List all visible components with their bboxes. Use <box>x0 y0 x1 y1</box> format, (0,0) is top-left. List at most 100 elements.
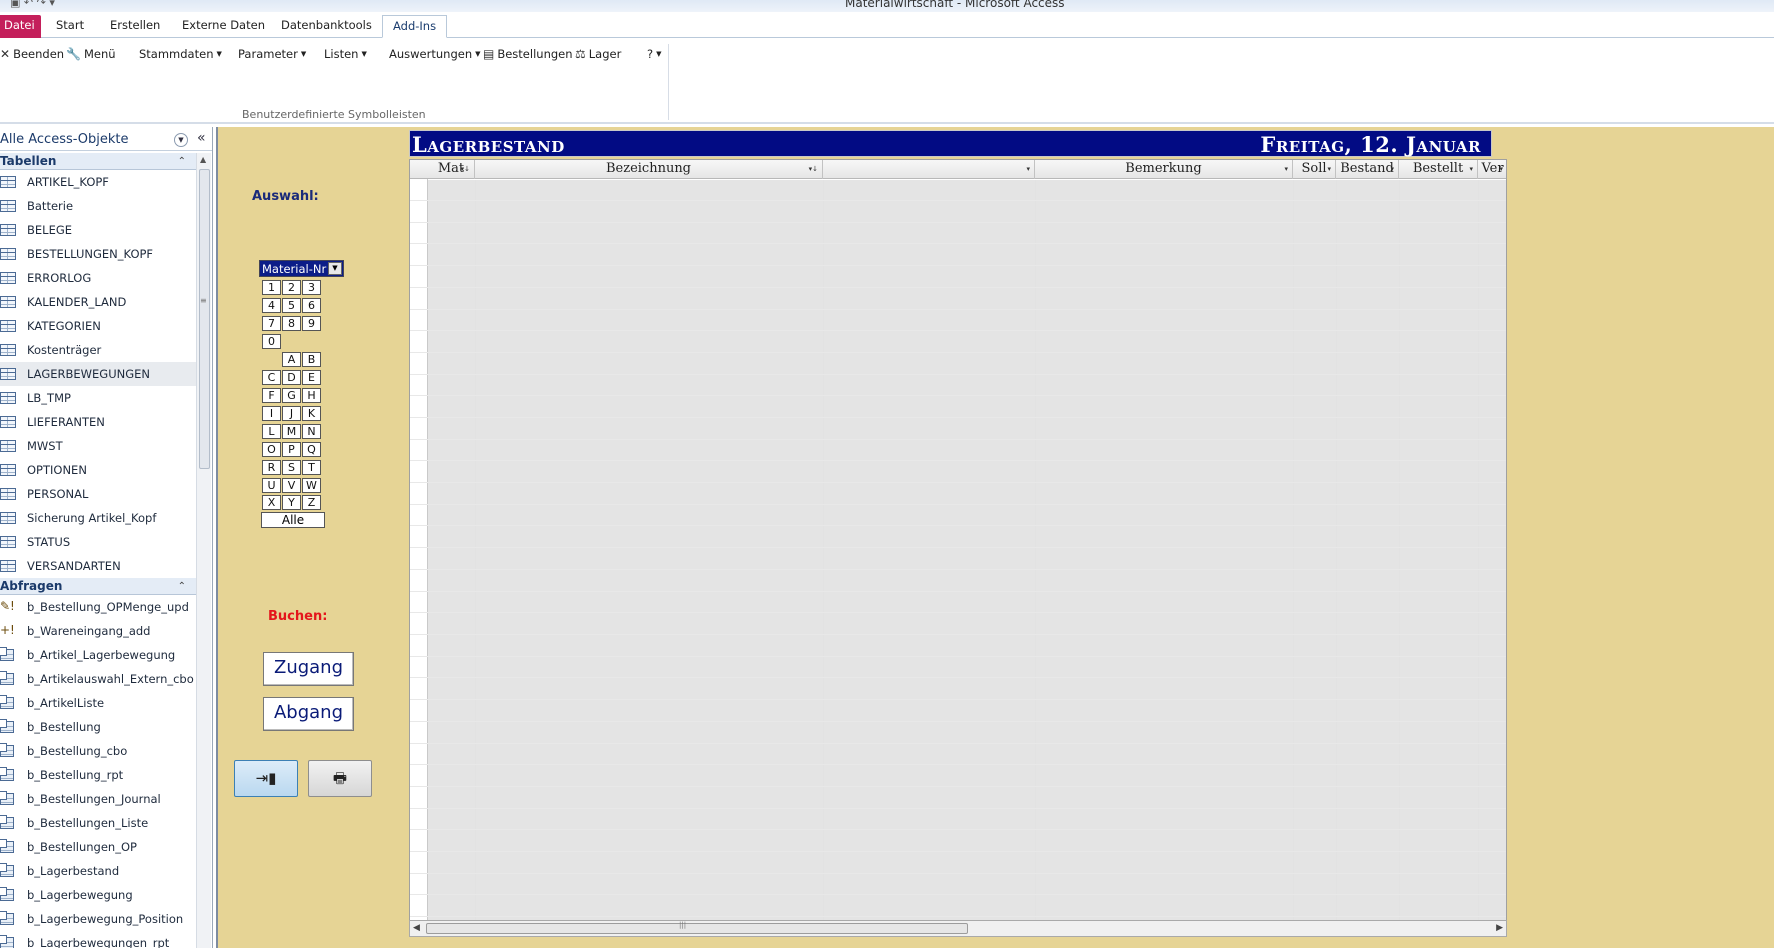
filter-dropdown-icon[interactable]: ▾ <box>1284 160 1288 178</box>
key-button-p[interactable]: P <box>282 442 301 457</box>
nav-table-item[interactable]: LAGERBEWEGUNGEN <box>0 362 196 386</box>
nav-query-item[interactable]: b_ArtikelListe <box>0 691 196 715</box>
key-button-4[interactable]: 4 <box>262 298 281 313</box>
filter-dropdown-icon[interactable]: ▾ <box>1327 160 1331 178</box>
listen-dropdown[interactable]: Listen ▼ <box>324 44 367 64</box>
nav-query-item[interactable]: b_Bestellung_rpt <box>0 763 196 787</box>
navpane-header[interactable]: Alle Access-Objekte ▼ « <box>0 129 212 151</box>
tab-add-ins[interactable]: Add-Ins <box>382 15 448 38</box>
column-header[interactable]: Soll ▾ <box>1293 160 1336 179</box>
key-button-b[interactable]: B <box>302 352 321 367</box>
menue-button[interactable]: 🔧 Menü <box>66 44 116 64</box>
key-button-n[interactable]: N <box>302 424 321 439</box>
datasheet-grid[interactable]: Mat ▾↓ Bezeichnung ▾↓ ▾ Bemerkung ▾ Soll ▾ Bestan… <box>409 159 1507 927</box>
filter-dropdown-icon[interactable]: ▾ <box>1390 160 1394 178</box>
key-button-6[interactable]: 6 <box>302 298 321 313</box>
key-button-c[interactable]: C <box>262 370 281 385</box>
grid-horizontal-scrollbar[interactable]: ◀ ||| ▶ <box>409 920 1507 937</box>
nav-table-item[interactable]: Kostenträger <box>0 338 196 362</box>
scroll-up-icon[interactable]: ▲ <box>200 155 206 164</box>
nav-table-item[interactable]: Batterie <box>0 194 196 218</box>
sort-filter-icon[interactable]: ▾↓ <box>461 160 470 178</box>
alle-button[interactable]: Alle <box>261 512 325 528</box>
key-button-x[interactable]: X <box>262 495 281 510</box>
nav-query-item[interactable]: b_Lagerbewegungen_rpt <box>0 931 196 948</box>
nav-query-item[interactable]: b_Lagerbestand <box>0 859 196 883</box>
nav-table-item[interactable]: LIEFERANTEN <box>0 410 196 434</box>
stammdaten-dropdown[interactable]: Stammdaten ▼ <box>139 44 222 64</box>
tab-datei[interactable]: Datei <box>0 15 41 38</box>
exit-button[interactable]: ⇥▮ <box>234 760 298 797</box>
nav-table-item[interactable]: ARTIKEL_KOPF <box>0 170 196 194</box>
nav-query-item[interactable]: b_Bestellung_cbo <box>0 739 196 763</box>
auswertungen-dropdown[interactable]: Auswertungen ▼ <box>389 44 481 64</box>
filter-dropdown-icon[interactable]: ▾ <box>1499 160 1503 178</box>
nav-table-item[interactable]: LB_TMP <box>0 386 196 410</box>
key-button-v[interactable]: V <box>282 478 301 493</box>
key-button-9[interactable]: 9 <box>302 316 321 331</box>
nav-table-item[interactable]: STATUS <box>0 530 196 554</box>
tab-datenbanktools[interactable]: Datenbanktools <box>271 15 382 38</box>
beenden-button[interactable]: ✕ Beenden <box>0 44 64 64</box>
nav-query-item[interactable]: b_Bestellungen_Liste <box>0 811 196 835</box>
nav-query-item[interactable]: ✎! b_Bestellung_OPMenge_upd <box>0 595 196 619</box>
key-button-5[interactable]: 5 <box>282 298 301 313</box>
nav-table-item[interactable]: Sicherung Artikel_Kopf <box>0 506 196 530</box>
key-button-2[interactable]: 2 <box>282 280 301 295</box>
key-button-t[interactable]: T <box>302 460 321 475</box>
nav-table-item[interactable]: MWST <box>0 434 196 458</box>
nav-table-item[interactable]: OPTIONEN <box>0 458 196 482</box>
nav-query-item[interactable]: b_Bestellung <box>0 715 196 739</box>
key-button-8[interactable]: 8 <box>282 316 301 331</box>
nav-section-abfragen[interactable]: Abfragen ⌃ <box>0 578 196 595</box>
row-selector-column[interactable] <box>410 160 428 926</box>
nav-table-item[interactable]: BELEGE <box>0 218 196 242</box>
abgang-button[interactable]: Abgang <box>263 697 354 731</box>
sort-filter-icon[interactable]: ▾↓ <box>809 160 818 178</box>
tab-erstellen[interactable]: Erstellen <box>100 15 170 38</box>
scroll-right-icon[interactable]: ▶ <box>1496 923 1503 933</box>
collapse-pane-icon[interactable]: « <box>197 130 206 146</box>
key-button-j[interactable]: J <box>282 406 301 421</box>
column-header[interactable]: Ver ▾ <box>1478 160 1506 179</box>
tab-externe-daten[interactable]: Externe Daten <box>172 15 275 38</box>
key-button-s[interactable]: S <box>282 460 301 475</box>
nav-query-item[interactable]: b_Lagerbewegung <box>0 883 196 907</box>
column-header[interactable]: Bemerkung ▾ <box>1035 160 1293 179</box>
parameter-dropdown[interactable]: Parameter ▼ <box>238 44 306 64</box>
nav-section-tabellen[interactable]: Tabellen ⌃ <box>0 153 196 170</box>
column-header[interactable]: Bestellt ▾ <box>1399 160 1478 179</box>
lager-button[interactable]: ⚖ Lager <box>575 44 621 64</box>
key-button-g[interactable]: G <box>282 388 301 403</box>
key-button-o[interactable]: O <box>262 442 281 457</box>
column-header[interactable]: ▾ <box>823 160 1035 179</box>
chevron-down-icon[interactable]: ▼ <box>328 262 342 275</box>
key-button-k[interactable]: K <box>302 406 321 421</box>
nav-table-item[interactable]: KALENDER_LAND <box>0 290 196 314</box>
nav-query-item[interactable]: b_Artikelauswahl_Extern_cbo <box>0 667 196 691</box>
tab-start[interactable]: Start <box>46 15 94 38</box>
key-button-l[interactable]: L <box>262 424 281 439</box>
key-button-0[interactable]: 0 <box>262 334 281 349</box>
key-button-m[interactable]: M <box>282 424 301 439</box>
column-header[interactable]: Bezeichnung ▾↓ <box>475 160 823 179</box>
column-header[interactable]: Bestand ▾ <box>1336 160 1399 179</box>
key-button-w[interactable]: W <box>302 478 321 493</box>
nav-query-item[interactable]: b_Lagerbewegung_Position <box>0 907 196 931</box>
key-button-z[interactable]: Z <box>302 495 321 510</box>
key-button-u[interactable]: U <box>262 478 281 493</box>
bestellungen-button[interactable]: ▤ Bestellungen <box>483 44 573 64</box>
collapse-section-icon[interactable]: ⌃ <box>178 153 186 170</box>
print-button[interactable]: 🖶 <box>308 760 372 797</box>
nav-table-item[interactable]: VERSANDARTEN <box>0 554 196 578</box>
chevron-down-icon[interactable]: ▼ <box>174 133 188 147</box>
column-header[interactable]: Mat ▾↓ <box>428 160 475 179</box>
nav-table-item[interactable]: BESTELLUNGEN_KOPF <box>0 242 196 266</box>
scrollbar-thumb[interactable] <box>426 923 968 934</box>
nav-query-item[interactable]: b_Bestellungen_OP <box>0 835 196 859</box>
nav-table-item[interactable]: KATEGORIEN <box>0 314 196 338</box>
key-button-3[interactable]: 3 <box>302 280 321 295</box>
collapse-section-icon[interactable]: ⌃ <box>178 578 186 595</box>
help-dropdown[interactable]: ? ▼ <box>647 44 662 64</box>
key-button-d[interactable]: D <box>282 370 301 385</box>
